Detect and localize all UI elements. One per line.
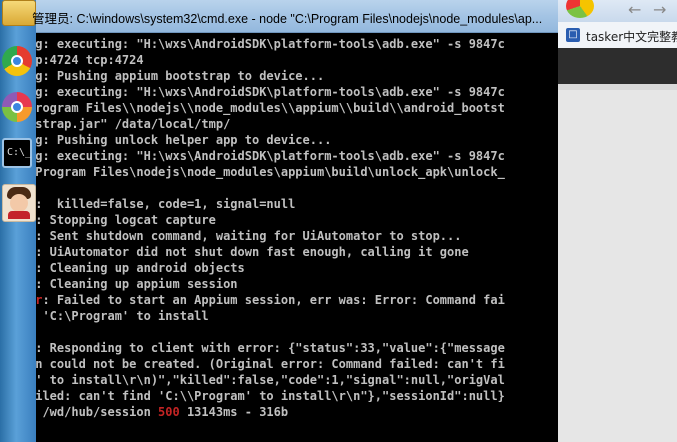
console-text: m' to install\r\n)","killed":false,"code… [36,373,505,387]
window-titlebar[interactable]: 管理员: C:\windows\system32\cmd.exe - node … [32,0,558,33]
browser-logo-icon [566,0,594,18]
console-text: o: UiAutomator did not shut down fast en… [36,245,469,259]
console-text: ug: Pushing appium bootstrap to device..… [36,69,325,83]
console-line: o: killed=false, code=1, signal=null [36,196,295,212]
console-line: Program Files\\nodejs\\node_modules\\app… [36,100,505,116]
console-text: tstrap.jar" /data/local/tmp/ [36,117,231,131]
console-text: o: Responding to client with error: {"st… [36,341,505,355]
console-line: ug: Pushing unlock helper app to device.… [36,132,331,148]
console-line: on could not be created. (Original error… [36,356,505,372]
console-text: 13143ms - 316b [179,405,289,419]
browser-tabbar: ← → [558,0,677,22]
forward-arrow-icon[interactable]: → [653,0,666,19]
console-line: \Program Files\nodejs\node_modules\appiu… [36,164,505,180]
console-line: d 'C:\Program' to install [36,308,209,324]
console-text: o: Stopping logcat capture [36,213,216,227]
taskbar: C:\_ [0,0,36,442]
page-header [558,48,677,84]
console-text: ug: executing: "H:\wxs\AndroidSDK\platfo… [36,149,505,163]
console-text: o: Cleaning up appium session [36,277,238,291]
console-line: o: Stopping logcat capture [36,212,216,228]
console-text: d 'C:\Program' to install [36,309,209,323]
browser-window[interactable]: ← → □ tasker中文完整教 [558,0,677,442]
console-text: [ /wd/hub/session [36,405,159,419]
console-text: ug: executing: "H:\wxs\AndroidSDK\platfo… [36,85,505,99]
error-text: 500 [158,405,180,419]
console-line: o: UiAutomator did not shut down fast en… [36,244,469,260]
console-line: ug: executing: "H:\wxs\AndroidSDK\platfo… [36,148,505,164]
browser-alt-icon[interactable] [2,92,32,122]
console-line: ug: Pushing appium bootstrap to device..… [36,68,324,84]
cmd-icon[interactable]: C:\_ [2,138,32,168]
cmd-window[interactable]: 管理员: C:\windows\system32\cmd.exe - node … [32,0,558,442]
console-line: cp:4724 tcp:4724 [36,52,144,68]
console-text: \Program Files\nodejs\node_modules\appiu… [36,165,505,179]
avatar-face [10,194,28,212]
console-output[interactable]: ug: executing: "H:\wxs\AndroidSDK\platfo… [36,33,558,442]
console-text: o: killed=false, code=1, signal=null [36,197,296,211]
console-line: m' to install\r\n)","killed":false,"code… [36,372,505,388]
back-arrow-icon[interactable]: ← [628,0,641,19]
bookmark-favicon-icon: □ [566,28,580,42]
console-line: o: Responding to client with error: {"st… [36,340,505,356]
console-text: : Failed to start an Appium session, err… [42,293,505,307]
user-avatar-icon[interactable] [2,184,36,222]
page-divider [558,84,677,90]
console-line: tstrap.jar" /data/local/tmp/ [36,116,230,132]
console-line: or: Failed to start an Appium session, e… [36,292,505,308]
console-line: [ /wd/hub/session 500 13143ms - 316b [36,404,288,420]
browser-icon[interactable] [2,46,32,76]
console-text: on could not be created. (Original error… [36,357,505,371]
console-line: ug: executing: "H:\wxs\AndroidSDK\platfo… [36,36,505,52]
console-line: o: Cleaning up android objects [36,260,245,276]
window-title: 管理员: C:\windows\system32\cmd.exe - node … [32,12,543,26]
page-content [558,84,677,442]
bookmarks-bar: □ tasker中文完整教 [558,22,677,49]
console-text: ailed: can't find 'C:\\Program' to insta… [36,389,505,403]
console-line: ug: executing: "H:\wxs\AndroidSDK\platfo… [36,84,505,100]
console-text: Program Files\\nodejs\\node_modules\\app… [36,101,505,115]
console-text: ug: executing: "H:\wxs\AndroidSDK\platfo… [36,37,505,51]
avatar-shirt [8,211,30,219]
console-line: ailed: can't find 'C:\\Program' to insta… [36,388,505,404]
console-line: o: Cleaning up appium session [36,276,238,292]
bookmark-link[interactable]: tasker中文完整教 [586,28,677,45]
folder-icon[interactable] [2,0,36,26]
console-text: cp:4724 tcp:4724 [36,53,144,67]
console-text: o: Cleaning up android objects [36,261,245,275]
console-text: ug: Pushing unlock helper app to device.… [36,133,332,147]
console-line: o: Sent shutdown command, waiting for Ui… [36,228,461,244]
console-text: o: Sent shutdown command, waiting for Ui… [36,229,462,243]
